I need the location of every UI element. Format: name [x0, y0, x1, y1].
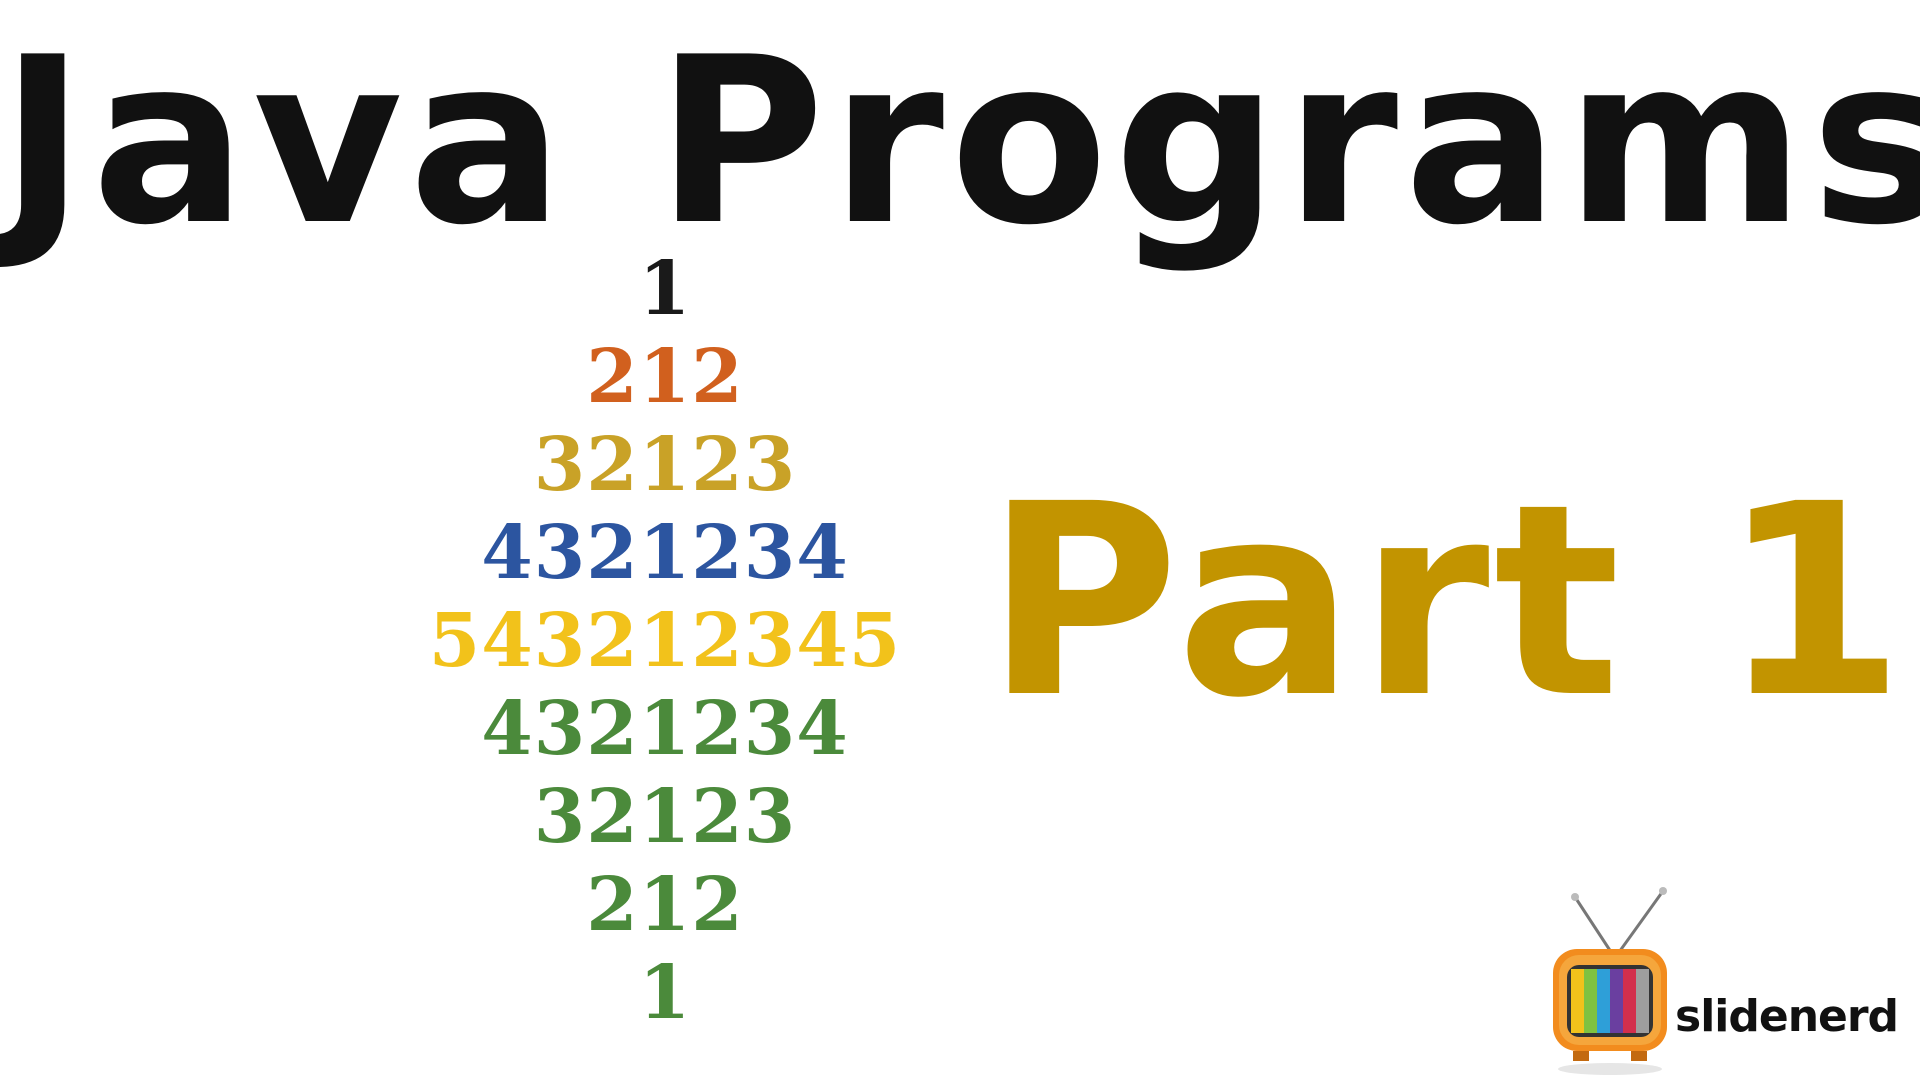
page-title: Java Programs	[0, 9, 1920, 276]
pyramid-row: 543212345	[428, 598, 902, 684]
tv-icon	[1553, 887, 1667, 1075]
pyramid-row: 212	[586, 334, 744, 420]
thumbnail-canvas: Java Programs 1 212 32123 4321234 543212…	[0, 0, 1920, 1080]
pyramid-row: 212	[586, 862, 744, 948]
brand-name: slidenerd	[1675, 991, 1899, 1042]
pyramid-row: 4321234	[481, 686, 849, 772]
number-pyramid: 1 212 32123 4321234 543212345 4321234 32…	[360, 245, 970, 1037]
part-label: Part 1	[985, 448, 1909, 756]
slidenerd-logo: slidenerd	[1545, 885, 1920, 1080]
pyramid-row: 32123	[533, 422, 797, 508]
pyramid-row: 32123	[533, 774, 797, 860]
pyramid-row: 1	[638, 246, 692, 332]
pyramid-row: 4321234	[481, 510, 849, 596]
pyramid-row: 1	[638, 950, 692, 1036]
